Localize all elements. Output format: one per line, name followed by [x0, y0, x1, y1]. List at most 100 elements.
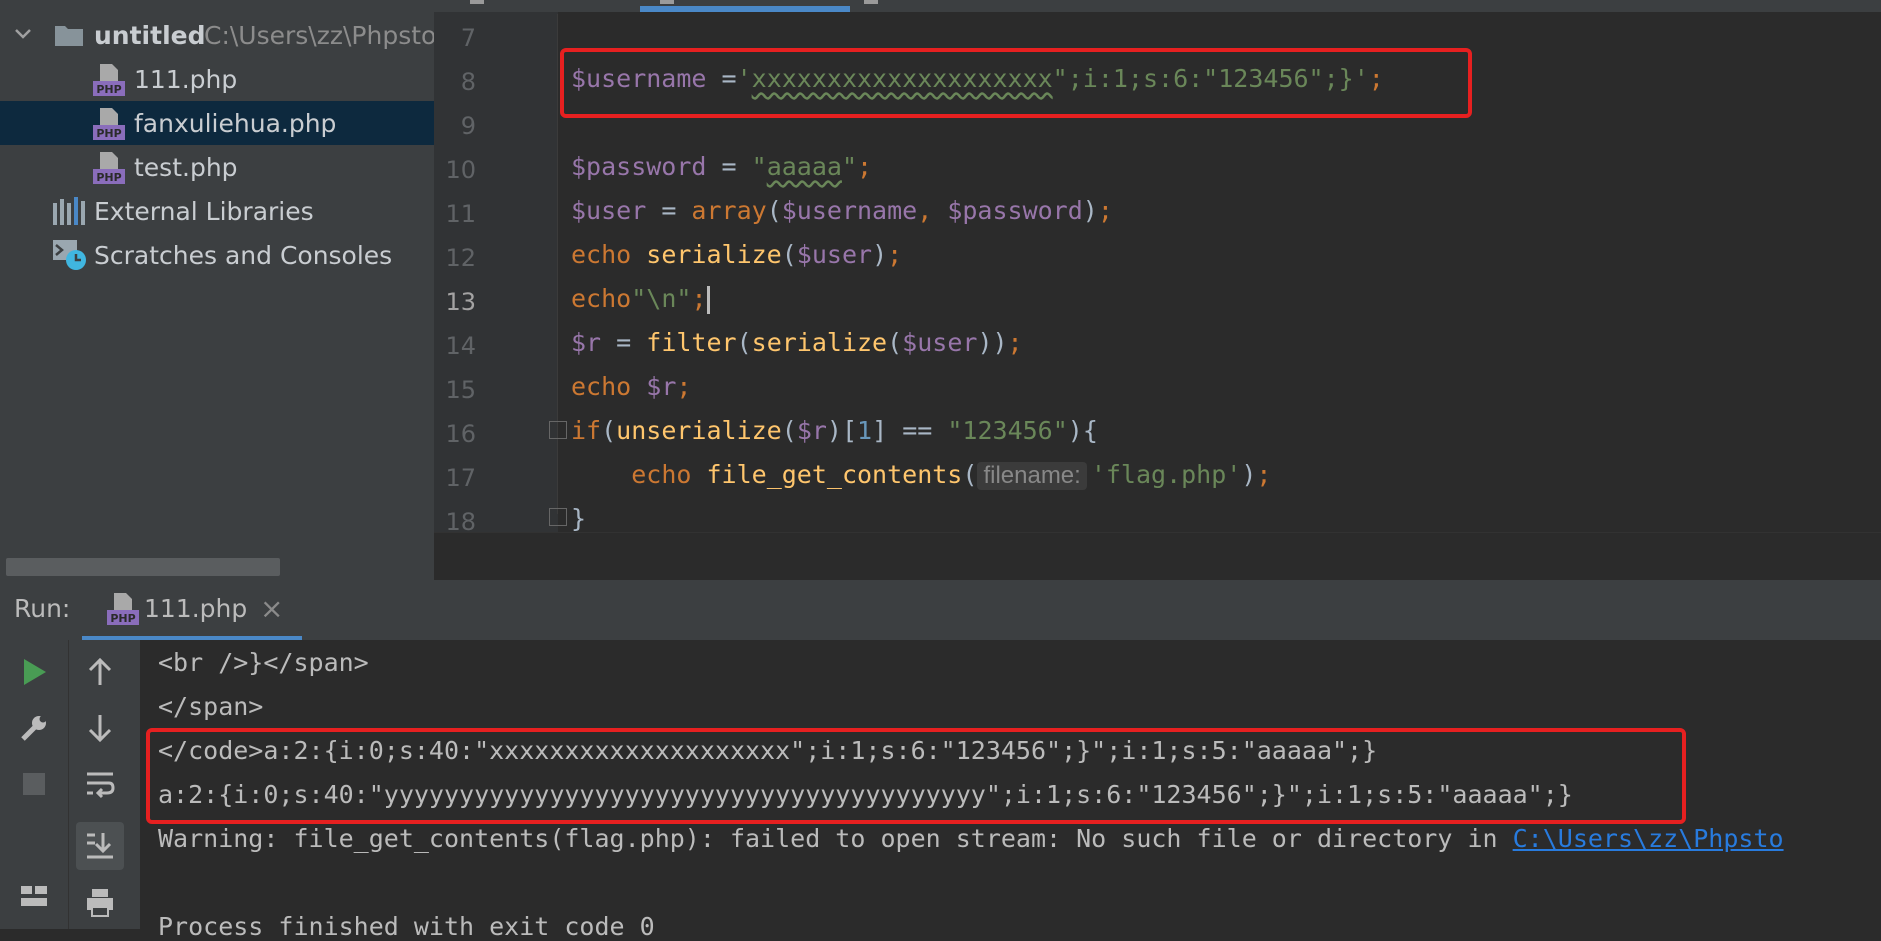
token-function: file_get_contents — [691, 460, 963, 489]
token-paren: ( — [962, 460, 978, 489]
code-line-13[interactable]: echo"\n"; — [571, 284, 710, 314]
tab-icon — [864, 0, 878, 4]
project-tool-window: untitled C:\Users\zz\Phpsto PHP 111.php … — [0, 0, 434, 580]
php-file-icon: PHP — [93, 108, 125, 140]
close-icon[interactable]: × — [260, 592, 283, 625]
line-number: 11 — [445, 200, 476, 228]
run-tab-label: 111.php — [144, 594, 248, 623]
code-line-17[interactable]: echo file_get_contents(filename:'flag.ph… — [571, 460, 1271, 490]
warning-text: Warning: file_get_contents(flag.php): fa… — [158, 824, 1513, 853]
file-path-link[interactable]: C:\Users\zz\Phpsto — [1513, 824, 1784, 853]
up-arrow-icon[interactable] — [82, 654, 118, 690]
file-name: fanxuliehua.php — [134, 109, 337, 138]
token-bracket: )[ — [826, 416, 858, 445]
line-number: 16 — [445, 420, 476, 448]
run-tool-window-header: Run: PHP 111.php × — [0, 580, 1881, 640]
php-file-icon: PHP — [93, 152, 125, 184]
token-paren: ){ — [1067, 416, 1098, 445]
scratches-icon — [53, 240, 86, 270]
tree-item-scratches[interactable]: Scratches and Consoles — [0, 233, 434, 277]
tree-root-untitled[interactable]: untitled C:\Users\zz\Phpsto — [0, 13, 434, 57]
run-tab-111-php[interactable]: PHP 111.php × — [82, 580, 302, 640]
token-variable: $username — [781, 196, 918, 225]
horizontal-scrollbar[interactable] — [0, 556, 434, 578]
layout-icon[interactable] — [16, 878, 52, 914]
code-line-11[interactable]: $user = array($username, $password); — [571, 196, 1113, 225]
token-paren: ) — [1241, 460, 1257, 489]
token-paren: ( — [781, 416, 797, 445]
scratches-label: Scratches and Consoles — [94, 241, 393, 270]
token-semicolon: ; — [1007, 328, 1023, 357]
text-caret — [706, 286, 710, 314]
tree-item-test-php[interactable]: PHP test.php — [0, 145, 434, 189]
tab-icon — [470, 0, 484, 4]
svg-text:PHP: PHP — [96, 127, 121, 140]
token-function: filter — [646, 328, 737, 357]
soft-wrap-icon[interactable] — [82, 766, 118, 802]
token-variable: $user — [902, 328, 978, 357]
token-operator: = — [706, 152, 752, 181]
down-arrow-icon[interactable] — [82, 710, 118, 746]
external-libraries-label: External Libraries — [94, 197, 314, 226]
tree-item-external-libraries[interactable]: External Libraries — [0, 189, 434, 233]
token-variable: $r — [571, 328, 602, 357]
code-line-14[interactable]: $r = filter(serialize($user)); — [571, 328, 1023, 357]
token-comma: , — [917, 196, 948, 225]
active-tab-indicator — [640, 6, 850, 12]
stop-icon[interactable] — [16, 766, 52, 802]
token-variable: $user — [796, 240, 873, 269]
token-keyword: echo — [631, 460, 692, 489]
token-variable: $r — [796, 416, 827, 445]
code-line-10[interactable]: $password = "aaaaa"; — [571, 152, 872, 181]
fold-marker-icon[interactable] — [549, 508, 567, 526]
token-paren: ) — [872, 240, 888, 269]
run-icon[interactable] — [16, 654, 52, 690]
token-brace: } — [571, 504, 587, 533]
file-name: 111.php — [134, 65, 238, 94]
wrench-icon[interactable] — [16, 710, 52, 746]
token-semicolon: ; — [676, 372, 692, 401]
token-function: serialize — [751, 328, 888, 357]
token-paren: ( — [781, 240, 797, 269]
tree-item-111-php[interactable]: PHP 111.php — [0, 57, 434, 101]
token-string: " — [841, 152, 858, 181]
token-operator: ] == — [872, 416, 948, 445]
console-line: </span> — [158, 692, 264, 721]
token-semicolon: ; — [691, 284, 707, 313]
token-paren: ( — [766, 196, 782, 225]
php-file-icon: PHP — [107, 593, 139, 625]
token-semicolon: ; — [1097, 196, 1113, 225]
parameter-hint: filename: — [977, 462, 1087, 490]
line-number-gutter: 7 8 9 10 11 12 13 14 15 16 17 18 — [434, 12, 558, 536]
root-folder-name: untitled — [94, 21, 206, 50]
editor-tab-strip — [434, 0, 1881, 12]
code-line-18[interactable]: } — [571, 504, 586, 533]
console-line: <br />}</span> — [158, 648, 369, 677]
svg-text:PHP: PHP — [96, 83, 121, 96]
token-paren: ( — [601, 416, 617, 445]
editor-empty-area — [434, 532, 1881, 581]
line-number: 10 — [445, 156, 476, 184]
code-line-15[interactable]: echo $r; — [571, 372, 691, 401]
svg-text:PHP: PHP — [96, 171, 121, 184]
token-string: "123456" — [947, 416, 1068, 445]
scrollbar-thumb[interactable] — [6, 558, 280, 576]
token-string: "\n" — [631, 284, 692, 313]
chevron-down-icon[interactable] — [14, 25, 32, 43]
token-string-typo: aaaaa — [766, 152, 842, 181]
scroll-to-end-icon[interactable] — [76, 822, 124, 870]
token-operator: = — [601, 328, 647, 357]
tree-item-fanxuliehua-php[interactable]: PHP fanxuliehua.php — [0, 101, 434, 145]
toolbar-separator — [68, 640, 69, 929]
line-number: 12 — [445, 244, 476, 272]
print-icon[interactable] — [82, 884, 118, 920]
token-paren: ( — [736, 328, 752, 357]
code-line-12[interactable]: echo serialize($user); — [571, 240, 902, 269]
token-semicolon: ; — [887, 240, 903, 269]
line-number: 9 — [460, 112, 476, 140]
file-name: test.php — [134, 153, 238, 182]
code-line-16[interactable]: if(unserialize($r)[1] == "123456"){ — [571, 416, 1098, 445]
fold-marker-icon[interactable] — [549, 421, 567, 439]
token-paren: ) — [1082, 196, 1098, 225]
token-paren: )) — [977, 328, 1008, 357]
